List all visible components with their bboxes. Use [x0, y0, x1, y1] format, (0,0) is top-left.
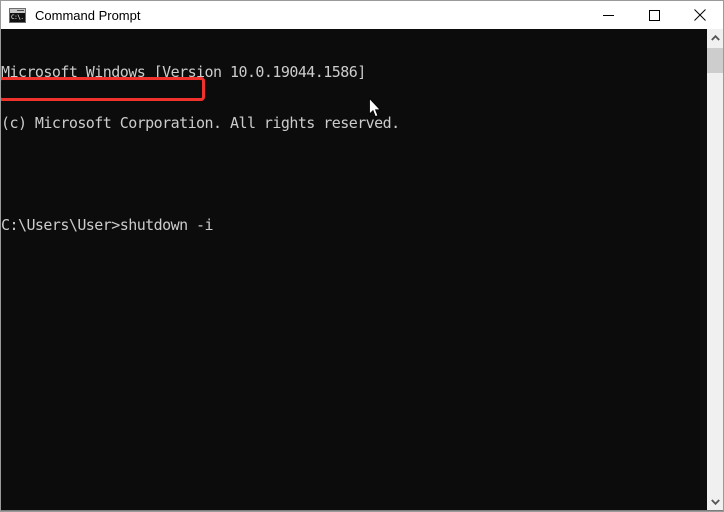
console-icon-glyph: C:\.: [11, 13, 24, 21]
minimize-icon: [602, 14, 614, 16]
window-bottom-edge: [1, 510, 723, 511]
maximize-icon: [648, 9, 660, 21]
console-icon: C:\.: [9, 7, 26, 23]
console-scrollbar[interactable]: [706, 29, 723, 511]
console-line: (c) Microsoft Corporation. All rights re…: [1, 114, 400, 132]
command-prompt-window: C:\. Command Prompt Microsoft Windows [V…: [0, 0, 724, 512]
console-prompt-line: C:\Users\User>shutdown -i: [1, 216, 214, 234]
chevron-down-icon: [710, 499, 720, 505]
titlebar-left: C:\. Command Prompt: [1, 7, 585, 23]
scrollbar-down-button[interactable]: [707, 493, 723, 511]
scrollbar-up-button[interactable]: [707, 29, 723, 47]
scrollbar-thumb[interactable]: [707, 48, 723, 73]
titlebar[interactable]: C:\. Command Prompt: [1, 1, 723, 29]
minimize-button[interactable]: [585, 1, 631, 29]
maximize-button[interactable]: [631, 1, 677, 29]
console-line: Microsoft Windows [Version 10.0.19044.15…: [1, 63, 366, 81]
close-icon: [694, 9, 706, 21]
mouse-cursor: [369, 98, 381, 118]
window-title: Command Prompt: [35, 7, 141, 23]
close-button[interactable]: [677, 1, 723, 29]
console-text: Microsoft Windows [Version 10.0.19044.15…: [1, 30, 400, 285]
chevron-up-icon: [710, 35, 720, 41]
console-output-area[interactable]: Microsoft Windows [Version 10.0.19044.15…: [1, 29, 723, 511]
scrollbar-track[interactable]: [707, 47, 723, 493]
window-controls: [585, 1, 723, 29]
